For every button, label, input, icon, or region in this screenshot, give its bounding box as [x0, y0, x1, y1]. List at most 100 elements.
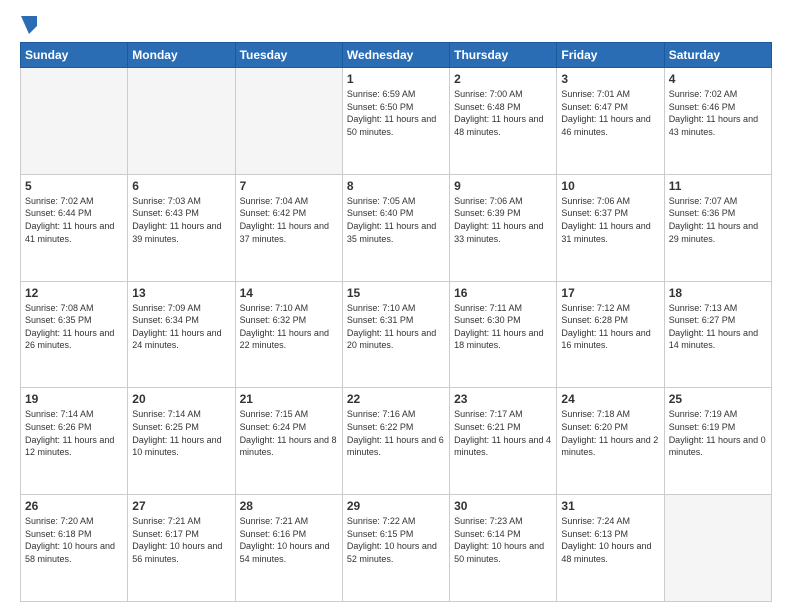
day-number: 31 — [561, 499, 659, 513]
day-info: Sunrise: 7:11 AM Sunset: 6:30 PM Dayligh… — [454, 302, 552, 352]
calendar-cell — [235, 68, 342, 175]
calendar-cell: 5 Sunrise: 7:02 AM Sunset: 6:44 PM Daylig… — [21, 174, 128, 281]
calendar-cell — [128, 68, 235, 175]
day-number: 20 — [132, 392, 230, 406]
day-number: 1 — [347, 72, 445, 86]
day-number: 7 — [240, 179, 338, 193]
calendar-cell: 20 Sunrise: 7:14 AM Sunset: 6:25 PM Dayli… — [128, 388, 235, 495]
calendar-cell: 28 Sunrise: 7:21 AM Sunset: 6:16 PM Dayli… — [235, 495, 342, 602]
day-number: 24 — [561, 392, 659, 406]
day-number: 19 — [25, 392, 123, 406]
day-info: Sunrise: 7:03 AM Sunset: 6:43 PM Dayligh… — [132, 195, 230, 245]
day-info: Sunrise: 6:59 AM Sunset: 6:50 PM Dayligh… — [347, 88, 445, 138]
day-number: 17 — [561, 286, 659, 300]
week-row-3: 12 Sunrise: 7:08 AM Sunset: 6:35 PM Dayli… — [21, 281, 772, 388]
calendar-cell: 2 Sunrise: 7:00 AM Sunset: 6:48 PM Daylig… — [450, 68, 557, 175]
day-info: Sunrise: 7:04 AM Sunset: 6:42 PM Dayligh… — [240, 195, 338, 245]
calendar-cell: 24 Sunrise: 7:18 AM Sunset: 6:20 PM Dayli… — [557, 388, 664, 495]
calendar-cell: 23 Sunrise: 7:17 AM Sunset: 6:21 PM Dayli… — [450, 388, 557, 495]
day-number: 29 — [347, 499, 445, 513]
day-number: 2 — [454, 72, 552, 86]
day-info: Sunrise: 7:08 AM Sunset: 6:35 PM Dayligh… — [25, 302, 123, 352]
week-row-2: 5 Sunrise: 7:02 AM Sunset: 6:44 PM Daylig… — [21, 174, 772, 281]
day-number: 22 — [347, 392, 445, 406]
day-number: 9 — [454, 179, 552, 193]
day-number: 23 — [454, 392, 552, 406]
day-header-tuesday: Tuesday — [235, 43, 342, 68]
day-number: 26 — [25, 499, 123, 513]
calendar-cell: 26 Sunrise: 7:20 AM Sunset: 6:18 PM Dayli… — [21, 495, 128, 602]
logo-icon — [21, 16, 37, 34]
day-info: Sunrise: 7:09 AM Sunset: 6:34 PM Dayligh… — [132, 302, 230, 352]
day-number: 8 — [347, 179, 445, 193]
day-info: Sunrise: 7:07 AM Sunset: 6:36 PM Dayligh… — [669, 195, 767, 245]
calendar-cell: 29 Sunrise: 7:22 AM Sunset: 6:15 PM Dayli… — [342, 495, 449, 602]
day-info: Sunrise: 7:19 AM Sunset: 6:19 PM Dayligh… — [669, 408, 767, 458]
day-info: Sunrise: 7:21 AM Sunset: 6:16 PM Dayligh… — [240, 515, 338, 565]
day-info: Sunrise: 7:14 AM Sunset: 6:25 PM Dayligh… — [132, 408, 230, 458]
day-info: Sunrise: 7:20 AM Sunset: 6:18 PM Dayligh… — [25, 515, 123, 565]
header — [20, 16, 772, 34]
week-row-4: 19 Sunrise: 7:14 AM Sunset: 6:26 PM Dayli… — [21, 388, 772, 495]
day-info: Sunrise: 7:12 AM Sunset: 6:28 PM Dayligh… — [561, 302, 659, 352]
day-header-sunday: Sunday — [21, 43, 128, 68]
day-info: Sunrise: 7:02 AM Sunset: 6:44 PM Dayligh… — [25, 195, 123, 245]
calendar-cell: 9 Sunrise: 7:06 AM Sunset: 6:39 PM Daylig… — [450, 174, 557, 281]
calendar-cell: 6 Sunrise: 7:03 AM Sunset: 6:43 PM Daylig… — [128, 174, 235, 281]
day-number: 5 — [25, 179, 123, 193]
calendar-cell: 30Sunrise: 7:23 AM Sunset: 6:14 PM Dayli… — [450, 495, 557, 602]
day-number: 28 — [240, 499, 338, 513]
day-header-wednesday: Wednesday — [342, 43, 449, 68]
day-number: 4 — [669, 72, 767, 86]
day-info: Sunrise: 7:18 AM Sunset: 6:20 PM Dayligh… — [561, 408, 659, 458]
day-info: Sunrise: 7:23 AM Sunset: 6:14 PM Dayligh… — [454, 515, 552, 565]
day-number: 14 — [240, 286, 338, 300]
day-info: Sunrise: 7:06 AM Sunset: 6:37 PM Dayligh… — [561, 195, 659, 245]
day-info: Sunrise: 7:01 AM Sunset: 6:47 PM Dayligh… — [561, 88, 659, 138]
day-info: Sunrise: 7:24 AM Sunset: 6:13 PM Dayligh… — [561, 515, 659, 565]
day-info: Sunrise: 7:15 AM Sunset: 6:24 PM Dayligh… — [240, 408, 338, 458]
day-info: Sunrise: 7:10 AM Sunset: 6:31 PM Dayligh… — [347, 302, 445, 352]
calendar-cell: 3 Sunrise: 7:01 AM Sunset: 6:47 PM Daylig… — [557, 68, 664, 175]
day-info: Sunrise: 7:21 AM Sunset: 6:17 PM Dayligh… — [132, 515, 230, 565]
calendar-cell: 19 Sunrise: 7:14 AM Sunset: 6:26 PM Dayli… — [21, 388, 128, 495]
day-number: 12 — [25, 286, 123, 300]
day-info: Sunrise: 7:06 AM Sunset: 6:39 PM Dayligh… — [454, 195, 552, 245]
calendar-header-row: SundayMondayTuesdayWednesdayThursdayFrid… — [21, 43, 772, 68]
calendar-cell — [664, 495, 771, 602]
calendar-cell — [21, 68, 128, 175]
calendar-cell: 7 Sunrise: 7:04 AM Sunset: 6:42 PM Daylig… — [235, 174, 342, 281]
day-number: 18 — [669, 286, 767, 300]
calendar-cell: 18 Sunrise: 7:13 AM Sunset: 6:27 PM Dayli… — [664, 281, 771, 388]
calendar-cell: 31 Sunrise: 7:24 AM Sunset: 6:13 PM Dayli… — [557, 495, 664, 602]
calendar-cell: 11 Sunrise: 7:07 AM Sunset: 6:36 PM Dayli… — [664, 174, 771, 281]
day-header-saturday: Saturday — [664, 43, 771, 68]
page: SundayMondayTuesdayWednesdayThursdayFrid… — [0, 0, 792, 612]
day-number: 13 — [132, 286, 230, 300]
day-info: Sunrise: 7:02 AM Sunset: 6:46 PM Dayligh… — [669, 88, 767, 138]
day-info: Sunrise: 7:14 AM Sunset: 6:26 PM Dayligh… — [25, 408, 123, 458]
calendar-cell: 12 Sunrise: 7:08 AM Sunset: 6:35 PM Dayli… — [21, 281, 128, 388]
day-number: 15 — [347, 286, 445, 300]
week-row-5: 26 Sunrise: 7:20 AM Sunset: 6:18 PM Dayli… — [21, 495, 772, 602]
day-number: 21 — [240, 392, 338, 406]
day-info: Sunrise: 7:00 AM Sunset: 6:48 PM Dayligh… — [454, 88, 552, 138]
calendar-cell: 13 Sunrise: 7:09 AM Sunset: 6:34 PM Dayli… — [128, 281, 235, 388]
day-info: Sunrise: 7:10 AM Sunset: 6:32 PM Dayligh… — [240, 302, 338, 352]
day-info: Sunrise: 7:05 AM Sunset: 6:40 PM Dayligh… — [347, 195, 445, 245]
calendar-cell: 22Sunrise: 7:16 AM Sunset: 6:22 PM Dayli… — [342, 388, 449, 495]
calendar-cell: 21 Sunrise: 7:15 AM Sunset: 6:24 PM Dayli… — [235, 388, 342, 495]
day-info: Sunrise: 7:17 AM Sunset: 6:21 PM Dayligh… — [454, 408, 552, 458]
day-number: 10 — [561, 179, 659, 193]
calendar-cell: 15 Sunrise: 7:10 AM Sunset: 6:31 PM Dayli… — [342, 281, 449, 388]
day-header-thursday: Thursday — [450, 43, 557, 68]
calendar-cell: 14 Sunrise: 7:10 AM Sunset: 6:32 PM Dayli… — [235, 281, 342, 388]
day-header-monday: Monday — [128, 43, 235, 68]
day-info: Sunrise: 7:22 AM Sunset: 6:15 PM Dayligh… — [347, 515, 445, 565]
calendar-cell: 16Sunrise: 7:11 AM Sunset: 6:30 PM Dayli… — [450, 281, 557, 388]
day-number: 11 — [669, 179, 767, 193]
calendar-cell: 17 Sunrise: 7:12 AM Sunset: 6:28 PM Dayli… — [557, 281, 664, 388]
day-number: 3 — [561, 72, 659, 86]
day-number: 6 — [132, 179, 230, 193]
day-info: Sunrise: 7:13 AM Sunset: 6:27 PM Dayligh… — [669, 302, 767, 352]
